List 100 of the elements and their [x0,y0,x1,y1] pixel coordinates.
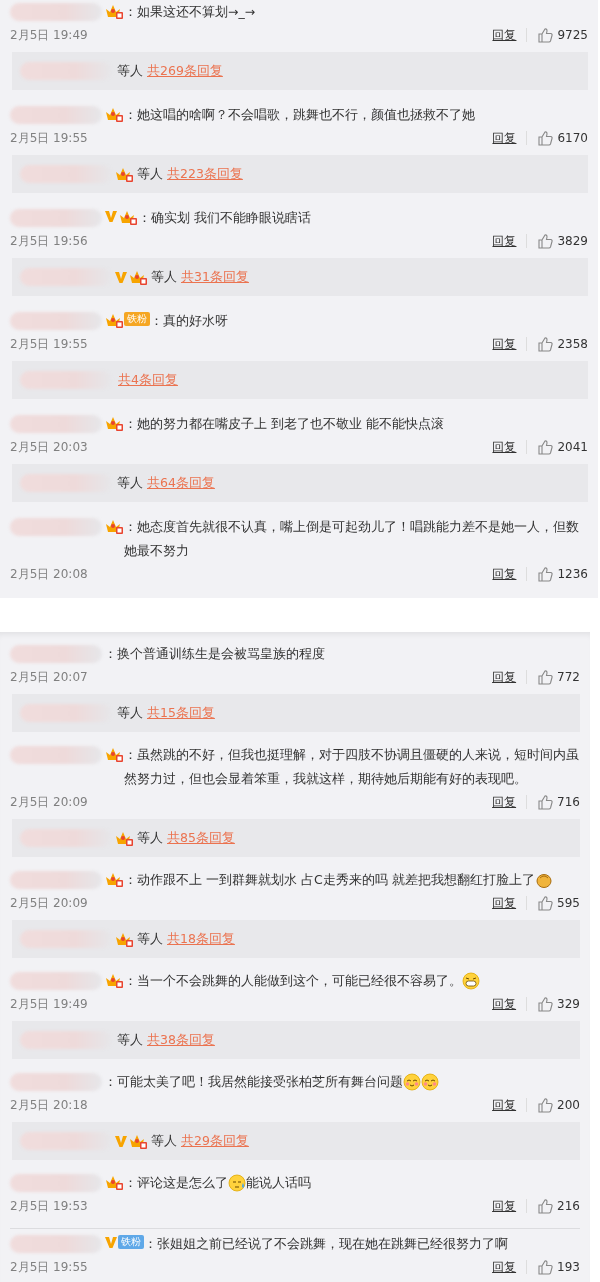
verified-icon [104,1235,118,1249]
timestamp: 2月5日 19:56 [10,233,88,250]
timestamp: 2月5日 20:09 [10,895,88,912]
crown-badge-icon [128,1133,148,1149]
comment-text: ：换个普通训练生是会被骂皇族的程度 [104,645,325,663]
reply-link[interactable]: 回复 [492,793,517,811]
crown-badge-icon [104,312,124,328]
timestamp: 2月5日 20:03 [10,439,88,456]
reply-link[interactable]: 回复 [492,335,517,353]
like-count: 216 [557,1198,580,1215]
thumbs-up-icon[interactable] [537,794,554,810]
comment-text: ：动作跟不上 一到群舞就划水 占C走秀来的吗 就差把我想翻红打脸上了 [124,871,535,889]
crown-badge-icon [114,830,134,846]
reply-link[interactable]: 回复 [492,668,517,686]
like-count: 595 [557,895,580,912]
like-count: 2041 [557,439,588,456]
fan-badge: 铁粉 [118,1235,144,1249]
fan-badge: 铁粉 [124,312,150,326]
reply-link[interactable]: 回复 [492,995,517,1013]
like-count: 200 [557,1097,580,1114]
comment-text: ：评论这是怎么了 [124,1174,228,1192]
reply-link[interactable]: 回复 [492,1096,517,1114]
reply-link[interactable]: 回复 [492,232,517,250]
timestamp: 2月5日 20:09 [10,794,88,811]
verified-icon [104,209,118,223]
comment-text: ：如果这还不算划→_→ [124,3,256,21]
reply-users-text: 等人 [117,473,143,492]
reply-users-text: 等人 [117,61,143,80]
reply-link[interactable]: 回复 [492,1197,517,1215]
reply-users-text: 等人 [137,929,163,948]
timestamp: 2月5日 19:49 [10,27,88,44]
timestamp: 2月5日 19:55 [10,336,88,353]
thumbs-up-icon[interactable] [537,566,554,582]
timestamp: 2月5日 19:53 [10,1198,88,1215]
crown-badge-icon [104,415,124,431]
verified-icon [114,1134,128,1148]
like-count: 716 [557,794,580,811]
like-count: 2358 [557,336,588,353]
blushing-face-icon [403,1073,421,1091]
thumbs-up-icon[interactable] [537,27,554,43]
crown-badge-icon [118,209,138,225]
thumbs-up-icon[interactable] [537,336,554,352]
sweating-face-icon [228,1174,246,1192]
thumbs-up-icon[interactable] [537,996,554,1012]
crown-badge-icon [104,746,124,762]
reply-users-text: 等人 [151,1131,177,1150]
thumbs-up-icon[interactable] [537,130,554,146]
comment-text: ：真的好水呀 [150,312,228,330]
like-count: 3829 [557,233,588,250]
verified-icon [114,270,128,284]
thumbs-up-icon[interactable] [537,1198,554,1214]
crown-badge-icon [128,269,148,285]
comment-text: ：她的努力都在嘴皮子上 到老了也不敬业 能不能快点滚 [124,415,444,433]
reply-link[interactable]: 回复 [492,894,517,912]
reply-link[interactable]: 回复 [492,438,517,456]
thumbs-up-icon[interactable] [537,233,554,249]
reply-link[interactable]: 回复 [492,26,517,44]
comment-text: 能说人话吗 [246,1174,311,1192]
reply-link[interactable]: 回复 [492,129,517,147]
reply-users-text: 等人 [117,1030,143,1049]
reply-users-text: 等人 [117,703,143,722]
thumbs-up-icon[interactable] [537,1097,554,1113]
crown-badge-icon [114,166,134,182]
comment-text: ：她这唱的啥啊？不会唱歌，跳舞也不行，颜值也拯救不了她 [124,106,475,124]
thumbs-up-icon[interactable] [537,895,554,911]
timestamp: 2月5日 19:49 [10,996,88,1013]
timestamp: 2月5日 19:55 [10,130,88,147]
timestamp: 2月5日 19:55 [10,1259,88,1276]
comment-text: ：当一个不会跳舞的人能做到这个，可能已经很不容易了。 [124,972,462,990]
comment-text: ：张姐姐之前已经说了不会跳舞，现在她在跳舞已经很努力了啊 [144,1235,508,1253]
comment-text: ：虽然跳的不好，但我也挺理解，对于四肢不协调且僵硬的人来说，短时间内虽然努力过，但也会显着笨重，我就这样，期待她后期能有好的表现吧。 [124,746,580,788]
crown-badge-icon [104,871,124,887]
crown-badge-icon [104,518,124,534]
thumbs-up-icon[interactable] [537,1259,554,1275]
like-count: 9725 [557,27,588,44]
crown-badge-icon [114,931,134,947]
comment-text: ：她态度首先就很不认真，嘴上倒是可起劲儿了！唱跳能力差不是她一人，但数她最不努力 [124,518,580,560]
like-count: 193 [557,1259,580,1276]
crown-badge-icon [104,1174,124,1190]
crown-badge-icon [104,3,124,19]
like-count: 1236 [557,566,588,583]
like-count: 772 [557,669,580,686]
blushing-face-icon [421,1073,439,1091]
reply-link[interactable]: 回复 [492,1258,517,1276]
crown-badge-icon [104,972,124,988]
reply-users-text: 等人 [137,828,163,847]
crown-badge-icon [104,106,124,122]
reply-link[interactable]: 回复 [492,565,517,583]
timestamp: 2月5日 20:07 [10,669,88,686]
reply-users-text: 等人 [151,267,177,286]
thumbs-up-icon[interactable] [537,669,554,685]
comment-text: ：可能太美了吧！我居然能接受张柏芝所有舞台问题 [104,1073,403,1091]
like-count: 329 [557,996,580,1013]
timestamp: 2月5日 20:08 [10,566,88,583]
like-count: 6170 [557,130,588,147]
grinning-face-icon [462,972,480,990]
comment-text: ：确实划 我们不能睁眼说瞎话 [138,209,311,227]
timestamp: 2月5日 20:18 [10,1097,88,1114]
thumbs-up-icon[interactable] [537,439,554,455]
reply-users-text: 等人 [137,164,163,183]
